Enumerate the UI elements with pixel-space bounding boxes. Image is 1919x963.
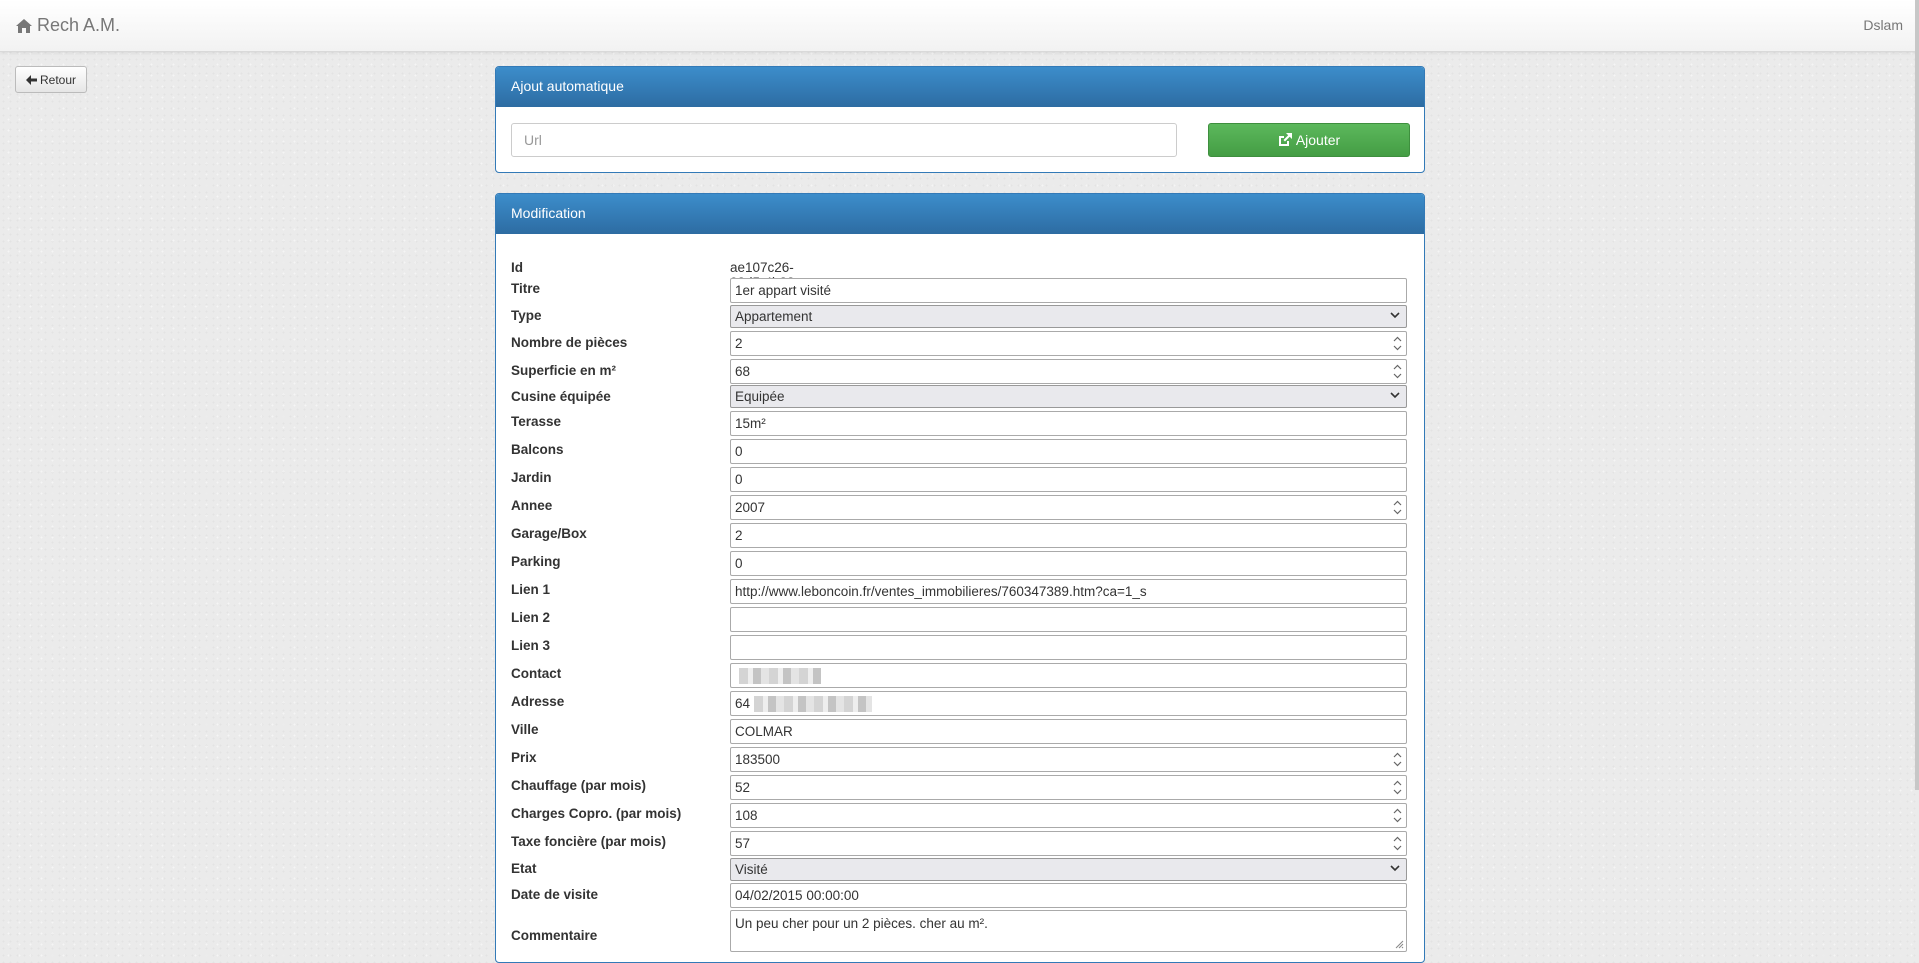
etat-select[interactable]: Visité — [730, 858, 1407, 881]
lien3-input[interactable] — [730, 635, 1407, 660]
resize-grip-icon[interactable] — [1395, 940, 1404, 949]
lien2-label: Lien 2 — [511, 610, 551, 625]
balcons-label: Balcons — [511, 442, 564, 457]
spinner-arrows-icon[interactable] — [1391, 778, 1404, 797]
home-icon — [16, 18, 32, 33]
commentaire-value: Un peu cher pour un 2 pièces. cher au m²… — [735, 916, 988, 931]
type-label: Type — [511, 308, 542, 323]
charges-value: 108 — [735, 808, 758, 823]
auto-add-heading: Ajout automatique — [496, 67, 1424, 107]
spinner-arrows-icon[interactable] — [1391, 334, 1404, 353]
page-scrollbar[interactable] — [1915, 0, 1919, 790]
date-visite-label: Date de visite — [511, 887, 599, 902]
spinner-arrows-icon[interactable] — [1391, 750, 1404, 769]
back-button[interactable]: Retour — [15, 66, 87, 93]
parking-input[interactable]: 0 — [730, 551, 1407, 576]
etat-label: Etat — [511, 861, 537, 876]
superficie-value: 68 — [735, 364, 751, 379]
commentaire-textarea[interactable]: Un peu cher pour un 2 pièces. cher au m²… — [730, 910, 1407, 952]
garage-input[interactable]: 2 — [730, 523, 1407, 548]
spinner-arrows-icon[interactable] — [1391, 834, 1404, 853]
lien1-input[interactable]: http://www.leboncoin.fr/ventes_immobilie… — [730, 579, 1407, 604]
pieces-number-input[interactable]: 2 — [730, 331, 1407, 356]
redacted-contact — [739, 668, 821, 685]
jardin-input[interactable]: 0 — [730, 467, 1407, 492]
cuisine-select-value: Equipée — [735, 389, 785, 404]
chevron-down-icon — [1390, 392, 1400, 399]
contact-input[interactable] — [730, 663, 1407, 688]
charges-number-input[interactable]: 108 — [730, 803, 1407, 828]
lien1-label: Lien 1 — [511, 582, 551, 597]
add-button-label: Ajouter — [1295, 132, 1341, 148]
chevron-down-icon — [1390, 312, 1400, 319]
external-link-icon — [1278, 133, 1292, 146]
pieces-label: Nombre de pièces — [511, 335, 628, 350]
ville-label: Ville — [511, 722, 539, 737]
commentaire-label: Commentaire — [511, 928, 598, 943]
spinner-arrows-icon[interactable] — [1391, 498, 1404, 517]
chauffage-value: 52 — [735, 780, 751, 795]
spinner-arrows-icon[interactable] — [1391, 806, 1404, 825]
id-label: Id — [511, 260, 523, 275]
auto-add-panel: Ajout automatique Ajouter — [495, 66, 1425, 173]
garage-label: Garage/Box — [511, 526, 587, 541]
terasse-label: Terasse — [511, 414, 562, 429]
arrow-left-icon — [25, 74, 37, 85]
jardin-label: Jardin — [511, 470, 552, 485]
lien2-input[interactable] — [730, 607, 1407, 632]
titre-input[interactable]: 1er appart visité — [730, 278, 1407, 303]
url-input[interactable] — [511, 123, 1177, 157]
ville-input[interactable]: COLMAR — [730, 719, 1407, 744]
adresse-label: Adresse — [511, 694, 565, 709]
cuisine-select[interactable]: Equipée — [730, 385, 1407, 408]
redacted-address — [754, 696, 873, 713]
modification-panel: Modification Id ae107c26-08d5-4b83-8eba-… — [495, 193, 1425, 963]
taxe-value: 57 — [735, 836, 751, 851]
lien3-label: Lien 3 — [511, 638, 551, 653]
taxe-number-input[interactable]: 57 — [730, 831, 1407, 856]
adresse-input[interactable]: 64 — [730, 691, 1407, 716]
terasse-input[interactable]: 15m² — [730, 411, 1407, 436]
type-select[interactable]: Appartement — [730, 305, 1407, 328]
contact-label: Contact — [511, 666, 562, 681]
brand-name: Rech A.M. — [37, 15, 121, 35]
etat-select-value: Visité — [735, 862, 768, 877]
adresse-value: 64 — [735, 696, 751, 711]
prix-label: Prix — [511, 750, 537, 765]
charges-label: Charges Copro. (par mois) — [511, 806, 682, 821]
parking-label: Parking — [511, 554, 561, 569]
superficie-label: Superficie en m² — [511, 363, 617, 378]
taxe-label: Taxe foncière (par mois) — [511, 834, 667, 849]
chauffage-label: Chauffage (par mois) — [511, 778, 647, 793]
annee-number-input[interactable]: 2007 — [730, 495, 1407, 520]
date-visite-input[interactable]: 04/02/2015 00:00:00 — [730, 883, 1407, 908]
spinner-arrows-icon[interactable] — [1391, 362, 1404, 381]
back-button-label: Retour — [39, 72, 77, 87]
superficie-number-input[interactable]: 68 — [730, 359, 1407, 384]
prix-value: 183500 — [735, 752, 781, 767]
brand-link[interactable]: Rech A.M. — [15, 15, 120, 36]
user-menu-link[interactable]: Dslam — [1863, 17, 1903, 33]
modification-heading: Modification — [496, 194, 1424, 234]
chauffage-number-input[interactable]: 52 — [730, 775, 1407, 800]
annee-label: Annee — [511, 498, 553, 513]
pieces-value: 2 — [735, 336, 743, 351]
annee-value: 2007 — [735, 500, 766, 515]
titre-label: Titre — [511, 281, 541, 296]
add-button[interactable]: Ajouter — [1208, 123, 1410, 157]
prix-number-input[interactable]: 183500 — [730, 747, 1407, 772]
cuisine-label: Cusine équipée — [511, 389, 611, 404]
type-select-value: Appartement — [735, 309, 813, 324]
chevron-down-icon — [1390, 865, 1400, 872]
balcons-input[interactable]: 0 — [730, 439, 1407, 464]
top-navbar: Rech A.M. Dslam — [0, 0, 1915, 52]
